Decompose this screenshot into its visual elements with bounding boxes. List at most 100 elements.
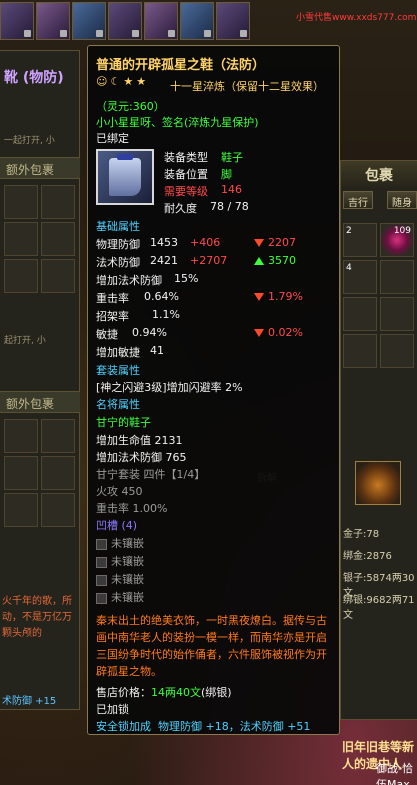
fire-attack: 火攻 450 bbox=[96, 485, 143, 498]
star-icon: ★ bbox=[123, 75, 134, 88]
refine-level: 十一星淬炼（保留十二星效果） bbox=[170, 80, 324, 93]
socket-box-icon bbox=[96, 574, 107, 586]
watermark: 小雪代售www.xxds777.com bbox=[296, 13, 417, 23]
item-slot[interactable] bbox=[144, 2, 178, 40]
stat-label: 招架率 bbox=[96, 310, 129, 323]
bag-slot[interactable] bbox=[343, 297, 377, 331]
left-story-text: 火千年的歌，所动，不是万亿万颗头颅的 bbox=[2, 596, 72, 639]
sockets-header: 凹槽 (4) bbox=[96, 519, 138, 532]
set-attr-line: [神之闪避3级]增加闪避率 2% bbox=[96, 381, 243, 394]
type-label: 装备类型 bbox=[164, 151, 208, 164]
inventory-tab-button[interactable]: 吉行 bbox=[343, 191, 373, 209]
bind-gold-amount: 绑金:2876 bbox=[343, 551, 392, 562]
owner-signature: 小小星星呀、签名(淬炼九星保护) bbox=[96, 116, 259, 129]
top-item-strip bbox=[0, 0, 260, 42]
crit-rate: 重击率 1.00% bbox=[96, 502, 168, 515]
stat-label: 重击率 bbox=[96, 292, 129, 305]
general-mdef: 增加法术防御 765 bbox=[96, 451, 187, 464]
general-hp: 增加生命值 2131 bbox=[96, 434, 183, 447]
stat-bonus: +406 bbox=[190, 236, 221, 249]
sun-icon: ☺ bbox=[96, 75, 108, 88]
bag-slot[interactable] bbox=[4, 456, 38, 490]
arrow-up-icon bbox=[254, 257, 264, 265]
stat-label: 增加法术防御 bbox=[96, 274, 162, 287]
item-slot[interactable] bbox=[36, 2, 70, 40]
carry-tab-button[interactable]: 随身 bbox=[387, 191, 417, 209]
bag-slot[interactable] bbox=[41, 259, 75, 293]
stat-compare: 2207 bbox=[254, 236, 296, 249]
socket-slot[interactable]: 未镶嵌 bbox=[96, 571, 144, 587]
left-grid bbox=[4, 419, 75, 527]
stat-value: 1453 bbox=[150, 236, 178, 249]
item-slot[interactable] bbox=[180, 2, 214, 40]
bag-slot[interactable] bbox=[4, 493, 38, 527]
socket-box-icon bbox=[96, 556, 107, 568]
socket-slot[interactable]: 未镶嵌 bbox=[96, 589, 144, 605]
bag-slot[interactable] bbox=[343, 334, 377, 368]
bag-slot[interactable] bbox=[4, 222, 38, 256]
item-slot[interactable] bbox=[0, 2, 34, 40]
bag-slot[interactable] bbox=[4, 185, 38, 219]
slot-label: 装备位置 bbox=[164, 168, 208, 181]
level-label: 需要等级 bbox=[164, 185, 208, 198]
stat-value: 1.1% bbox=[152, 308, 180, 321]
slot-count: 109 bbox=[393, 226, 411, 236]
stat-value: 2421 bbox=[150, 254, 178, 267]
set-suit: 甘宁套装 四件【1/4】 bbox=[96, 468, 206, 481]
rose-item-slot[interactable]: 109 bbox=[380, 223, 414, 257]
boots-icon bbox=[96, 149, 154, 205]
type-value: 鞋子 bbox=[221, 151, 243, 164]
durability-label: 耐久度 bbox=[164, 202, 197, 215]
stat-label: 敏捷 bbox=[96, 328, 118, 341]
spirit-value: （灵元:360） bbox=[96, 100, 165, 113]
treasure-bag-icon[interactable] bbox=[355, 461, 401, 505]
bag-slot[interactable] bbox=[380, 334, 414, 368]
stat-compare: 0.02% bbox=[254, 326, 303, 339]
left-grid bbox=[4, 185, 75, 293]
gold-amount: 金子:78 bbox=[343, 529, 380, 540]
arrow-down-icon bbox=[254, 329, 264, 337]
bag-slot[interactable]: 2 bbox=[343, 223, 377, 257]
item-slot[interactable] bbox=[108, 2, 142, 40]
arrow-down-icon bbox=[254, 293, 264, 301]
stat-label: 物理防御 bbox=[96, 238, 140, 251]
bag-slot[interactable] bbox=[380, 260, 414, 294]
stat-bonus: +2707 bbox=[190, 254, 228, 267]
inventory-grid: 2 109 4 bbox=[343, 223, 414, 368]
left-foot-text: 术防御 +15 bbox=[2, 696, 57, 707]
item-slot[interactable] bbox=[72, 2, 106, 40]
bag-slot[interactable] bbox=[41, 222, 75, 256]
bag-slot[interactable] bbox=[4, 259, 38, 293]
stat-label: 增加敏捷 bbox=[96, 346, 140, 359]
bag-slot[interactable] bbox=[41, 493, 75, 527]
item-tooltip: 普通的开辟孤星之鞋（法防） ☺ ☾ ★ ★ 十一星淬炼（保留十二星效果） （灵元:36… bbox=[87, 45, 340, 735]
stat-compare: 3570 bbox=[254, 254, 296, 267]
bag-slot[interactable]: 4 bbox=[343, 260, 377, 294]
general-item-name: 甘宁的鞋子 bbox=[96, 416, 151, 429]
security-lock: 安全锁加成 物理防御 +18，法术防御 +51 bbox=[96, 720, 311, 733]
server-banner: 御战-恰伍Max bbox=[376, 762, 413, 785]
socket-slot[interactable]: 未镶嵌 bbox=[96, 553, 144, 569]
stat-label: 法术防御 bbox=[96, 256, 140, 269]
slot-value: 脚 bbox=[221, 168, 232, 181]
socket-slot[interactable]: 未镶嵌 bbox=[96, 535, 144, 551]
bag-slot[interactable] bbox=[41, 419, 75, 453]
inventory-panel: 包裹 吉行 随身 2 109 4 拆解 金子:78 绑金:2876 银子:587… bbox=[257, 160, 417, 720]
bag-slot[interactable] bbox=[380, 297, 414, 331]
extra-bag-section[interactable]: 额外包裹 bbox=[0, 391, 80, 413]
bag-slot[interactable] bbox=[4, 419, 38, 453]
item-slot[interactable] bbox=[216, 2, 250, 40]
star-icon: ★ bbox=[136, 75, 147, 88]
slot-count: 4 bbox=[346, 263, 352, 273]
quality-icons: ☺ ☾ ★ ★ bbox=[96, 75, 149, 88]
slot-count: 2 bbox=[346, 226, 352, 236]
bag-slot[interactable] bbox=[41, 456, 75, 490]
bound-silver-amount: 绑银:9682两71文 bbox=[343, 595, 415, 621]
left-panel-hint: 一起打开, 小 bbox=[4, 136, 55, 146]
left-panel-title: 靴 (物防) bbox=[4, 70, 64, 86]
bag-slot[interactable] bbox=[41, 185, 75, 219]
item-description: 秦末出土的绝美衣饰，一时黑夜燎白。据传与古画中南华老人的装扮一模一样，而南华亦是… bbox=[96, 614, 327, 678]
stat-value: 15% bbox=[174, 272, 199, 285]
level-value: 146 bbox=[221, 183, 242, 196]
extra-bag-section[interactable]: 额外包裹 bbox=[0, 157, 80, 179]
